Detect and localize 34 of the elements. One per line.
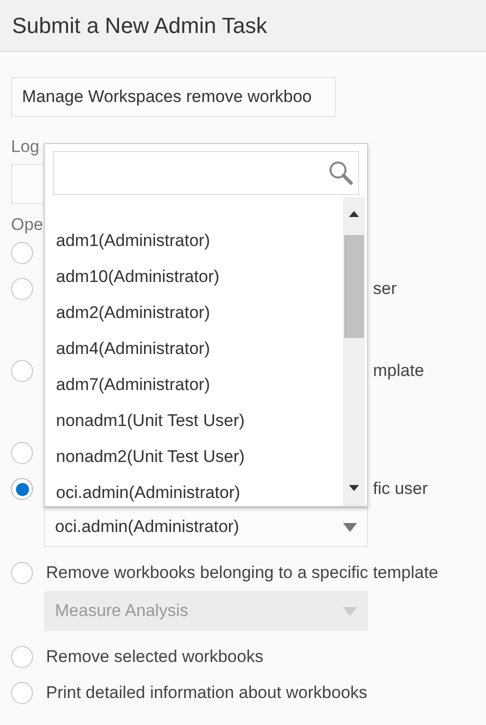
search-icon [328,160,354,186]
caret-icon [343,606,357,616]
caret-icon [343,522,357,532]
radio-button[interactable] [11,242,33,264]
dropdown-option[interactable]: adm4(Administrator) [45,331,342,367]
option-label: mplate [373,361,424,381]
field-label: Ope [11,216,44,234]
option-label: ser [373,279,397,299]
scrollbar[interactable] [343,197,365,506]
radio-button[interactable] [11,562,33,584]
radio-button[interactable] [11,442,33,464]
dropdown-option[interactable]: nonadm2(Unit Test User) [45,439,342,475]
radio-button[interactable] [11,278,33,300]
option-label: Print detailed information about workbooks [46,683,368,703]
dropdown-option[interactable]: oci.admin(Administrator) [45,475,342,506]
field-label: Log [11,138,40,156]
search-field[interactable] [53,151,359,195]
dropdown-option[interactable]: adm2(Administrator) [45,295,342,331]
option-label: fic user [373,479,428,499]
scroll-up-icon[interactable] [349,211,359,217]
scroll-down-icon[interactable] [349,485,359,491]
option-label: Remove selected workbooks [46,647,264,667]
dropdown-option[interactable]: adm1(Administrator) [45,223,342,259]
radio-button[interactable] [11,646,33,668]
dropdown-option[interactable]: adm7(Administrator) [45,367,342,403]
page-title: Submit a New Admin Task [12,12,268,38]
radio-button[interactable] [11,478,33,500]
radio-button[interactable] [11,360,33,382]
dropdown-field[interactable]: oci.admin(Administrator) [44,507,368,547]
dropdown-option[interactable]: adm10(Administrator) [45,259,342,295]
option-label: Remove workbooks belonging to a specific template [46,563,438,583]
radio-button[interactable] [11,682,33,704]
dropdown-option[interactable]: nonadm1(Unit Test User) [45,403,342,439]
task-name-field[interactable]: Manage Workspaces remove workboo [11,77,336,117]
